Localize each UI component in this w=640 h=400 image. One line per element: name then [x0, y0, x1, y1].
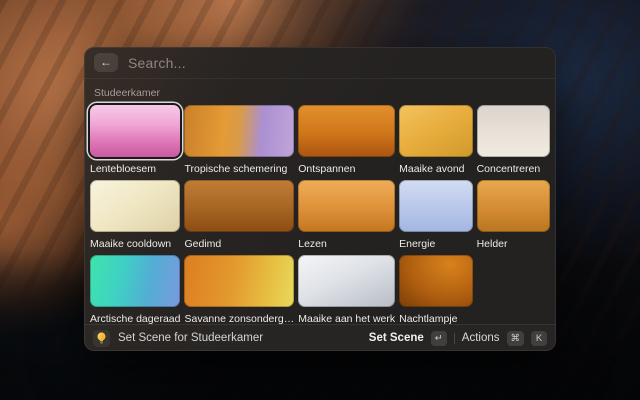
scene-card[interactable]: Maaike aan het werk — [298, 255, 395, 325]
scene-card[interactable]: Savanne zonsonderg… — [184, 255, 294, 325]
scene-label: Ontspannen — [298, 163, 395, 175]
extension-icon-tile — [93, 330, 110, 347]
scene-card[interactable]: Helder — [477, 180, 550, 250]
scene-thumbnail — [298, 105, 395, 157]
section-header: Studeerkamer — [94, 87, 546, 99]
scene-thumbnail — [90, 255, 180, 307]
scene-thumbnail — [298, 255, 395, 307]
scene-card[interactable]: Ontspannen — [298, 105, 395, 175]
scene-label: Gedimd — [184, 238, 294, 250]
scene-thumbnail — [477, 180, 550, 232]
primary-action-button[interactable]: Set Scene — [369, 332, 424, 344]
k-key-badge: K — [531, 331, 547, 346]
scene-card[interactable]: Lezen — [298, 180, 395, 250]
scene-thumbnail — [399, 180, 472, 232]
scene-thumbnail — [90, 180, 180, 232]
scene-card[interactable]: Nachtlampje — [399, 255, 472, 325]
scene-label: Concentreren — [477, 163, 550, 175]
scene-thumbnail — [184, 105, 294, 157]
search-bar: ← Search... — [84, 47, 556, 79]
scene-label: Energie — [399, 238, 472, 250]
search-input[interactable]: Search... — [128, 55, 186, 71]
footer-actions: Set Scene ↵ Actions ⌘ K — [369, 331, 547, 346]
footer-bar: Set Scene for Studeerkamer Set Scene ↵ A… — [84, 324, 556, 351]
command-key-badge: ⌘ — [507, 331, 525, 346]
return-key-badge: ↵ — [431, 331, 447, 346]
scene-thumbnail — [399, 105, 472, 157]
scene-label: Lezen — [298, 238, 395, 250]
scene-card[interactable]: Energie — [399, 180, 472, 250]
scene-card[interactable]: Arctische dageraad — [90, 255, 180, 325]
scene-card[interactable]: Gedimd — [184, 180, 294, 250]
footer-divider — [454, 333, 455, 344]
arrow-left-icon: ← — [100, 55, 112, 69]
scene-label: Tropische schemering — [184, 163, 294, 175]
footer-context-label: Set Scene for Studeerkamer — [118, 332, 263, 344]
scene-card[interactable]: Concentreren — [477, 105, 550, 175]
back-button[interactable]: ← — [94, 53, 118, 72]
scene-label: Helder — [477, 238, 550, 250]
scene-thumbnail — [298, 180, 395, 232]
scene-grid: Lentebloesem Tropische schemering Ontspa… — [84, 105, 556, 325]
scene-thumbnail — [184, 255, 294, 307]
scene-label: Maaike avond — [399, 163, 472, 175]
scene-card[interactable]: Maaike cooldown — [90, 180, 180, 250]
scene-thumbnail — [184, 180, 294, 232]
scene-card[interactable]: Tropische schemering — [184, 105, 294, 175]
actions-menu-button[interactable]: Actions — [462, 332, 500, 344]
lightbulb-icon — [96, 332, 107, 344]
scene-launcher-panel: ← Search... Studeerkamer Lentebloesem Tr… — [84, 47, 556, 351]
scene-thumbnail — [90, 105, 180, 157]
scene-card[interactable]: Maaike avond — [399, 105, 472, 175]
scene-thumbnail — [477, 105, 550, 157]
scene-label: Maaike cooldown — [90, 238, 180, 250]
scene-card[interactable]: Lentebloesem — [90, 105, 180, 175]
scene-label: Lentebloesem — [90, 163, 180, 175]
scene-thumbnail — [399, 255, 472, 307]
